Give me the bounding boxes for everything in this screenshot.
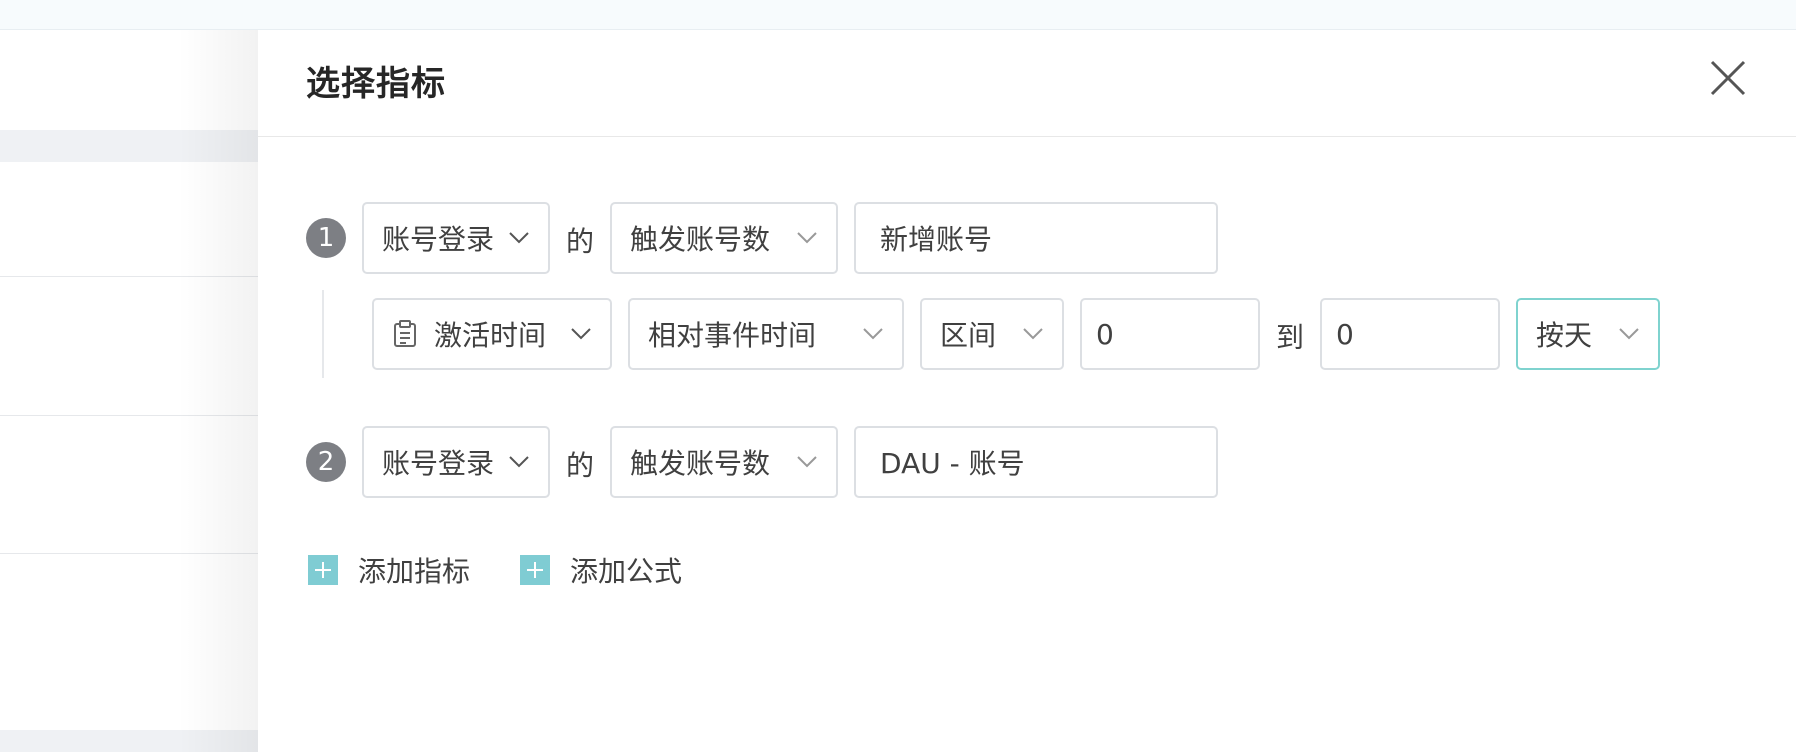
chevron-down-icon [1619,328,1639,340]
range-to-label: 到 [1276,321,1305,354]
chevron-down-icon [797,232,817,244]
plus-icon [520,555,550,585]
connector-label: 的 [566,225,595,258]
filter-connector-line [322,290,324,378]
event-select[interactable]: 账号登录 [362,426,550,498]
add-formula-button[interactable]: 添加公式 [520,550,682,590]
add-metric-button[interactable]: 添加指标 [308,550,470,590]
granularity-value: 按天 [1536,319,1593,352]
select-metric-drawer: 选择指标 1 账号登录 的 触发账号数 新增账号 激活时间 相对事件时间 区间 … [258,30,1796,752]
chevron-down-icon [509,232,529,244]
add-metric-label: 添加指标 [358,555,471,588]
measure-select[interactable]: 触发账号数 [610,426,838,498]
drawer-header: 选择指标 [258,30,1796,137]
chevron-down-icon [509,456,529,468]
measure-select-value: 触发账号数 [630,447,771,480]
chevron-down-icon [571,328,591,340]
granularity-select[interactable]: 按天 [1516,298,1660,370]
event-select-value: 账号登录 [382,447,495,480]
chevron-down-icon [797,456,817,468]
chevron-down-icon [1023,328,1043,340]
calendar-icon [394,320,416,347]
metric-name-input[interactable]: 新增账号 [854,202,1218,274]
range-type-select[interactable]: 区间 [920,298,1064,370]
event-select[interactable]: 账号登录 [362,202,550,274]
range-type-value: 区间 [940,319,997,352]
filter-field-select[interactable]: 激活时间 [372,298,612,370]
range-to-input[interactable]: 0 [1320,298,1500,370]
range-from-input[interactable]: 0 [1080,298,1260,370]
filter-field-value: 激活时间 [434,319,547,352]
measure-select-value: 触发账号数 [630,223,771,256]
relative-time-value: 相对事件时间 [648,319,817,352]
top-bar [0,0,1796,30]
event-select-value: 账号登录 [382,223,495,256]
plus-icon [308,555,338,585]
metric-index-badge: 1 [306,218,346,258]
drawer-shadow [178,30,258,752]
connector-label: 的 [566,449,595,482]
close-icon[interactable] [1706,56,1750,100]
add-formula-label: 添加公式 [570,555,683,588]
relative-time-select[interactable]: 相对事件时间 [628,298,904,370]
measure-select[interactable]: 触发账号数 [610,202,838,274]
metric-name-input[interactable]: DAU - 账号 [854,426,1218,498]
drawer-title: 选择指标 [306,64,446,104]
metric-index-badge: 2 [306,442,346,482]
chevron-down-icon [863,328,883,340]
